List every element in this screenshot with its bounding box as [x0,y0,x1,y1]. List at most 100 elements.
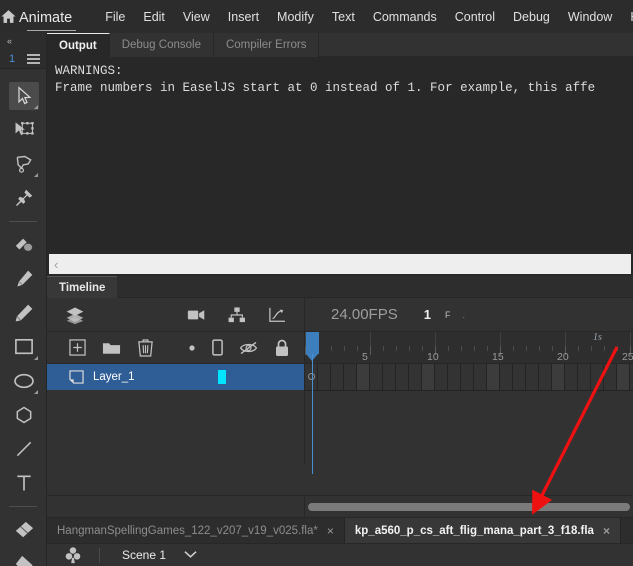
menu-edit[interactable]: Edit [134,6,174,28]
eraser-tool[interactable] [0,513,47,547]
close-icon[interactable]: × [603,525,610,537]
tab-output[interactable]: Output [47,33,110,57]
graph-editor-icon[interactable] [268,307,286,323]
layers-stack-icon[interactable] [47,305,103,325]
frame-cell[interactable] [448,364,461,390]
dot-icon[interactable] [188,344,196,352]
layer-1-frame-strip[interactable] [305,364,633,390]
menu-debug[interactable]: Debug [504,6,559,28]
ruler-frame-number: 20 [557,351,569,363]
frame-cell[interactable] [318,364,331,390]
frame-cell[interactable] [578,364,591,390]
rectangle-tool[interactable] [0,330,47,364]
frame-cell[interactable] [331,364,344,390]
camera-icon[interactable] [187,308,206,322]
home-icon[interactable] [0,0,17,33]
timeline-tab-filler [117,276,633,298]
layer-name-column: Layer_1 [47,364,305,465]
frame-cell[interactable] [357,364,370,390]
frame-cell[interactable] [461,364,474,390]
ruler-tick [578,346,579,351]
parenting-view-icon[interactable] [228,306,246,323]
tab-debug-console[interactable]: Debug Console [109,33,214,57]
fluid-brush-tool[interactable] [0,262,47,296]
oval-tool[interactable] [0,364,47,398]
frame-cell[interactable] [396,364,409,390]
menu-control[interactable]: Control [446,6,504,28]
selection-tool[interactable] [0,79,47,113]
menu-modify[interactable]: Modify [268,6,323,28]
lock-icon[interactable] [274,339,290,357]
toolbar-collapse-button[interactable]: « [0,33,46,49]
ruler-tick [461,346,462,351]
frame-cell[interactable] [344,364,357,390]
frame-cell[interactable] [552,364,565,390]
paint-bucket-tool[interactable] [0,547,47,566]
menu-text[interactable]: Text [323,6,364,28]
timeline-horizontal-scrollbar[interactable] [47,495,633,518]
delete-layer-icon[interactable] [137,338,154,357]
frame-cell[interactable] [422,364,435,390]
output-text-area[interactable]: WARNINGS: Frame numbers in EaselJS start… [47,57,633,252]
frame-cell[interactable] [565,364,578,390]
document-tab-hangman[interactable]: HangmanSpellingGames_122_v207_v19_v025.f… [47,518,345,543]
free-transform-tool[interactable] [0,113,47,147]
frame-cell[interactable] [383,364,396,390]
brush-tool[interactable] [0,228,47,262]
current-frame-value[interactable]: 1 [424,307,431,322]
frame-cell[interactable] [487,364,500,390]
frame-cell[interactable] [526,364,539,390]
frame-cell[interactable] [370,364,383,390]
ruler-frame-number: 10 [427,351,439,363]
frame-cell[interactable] [474,364,487,390]
outline-icon[interactable] [212,339,223,356]
timeline-frames-area[interactable] [305,364,633,465]
tab-compiler-errors[interactable]: Compiler Errors [213,33,320,57]
menu-view[interactable]: View [174,6,219,28]
output-line-warnings: WARNINGS: [55,64,123,78]
menu-window[interactable]: Window [559,6,621,28]
document-tab-kp-a560[interactable]: kp_a560_p_cs_aft_flig_mana_part_3_f18.fl… [344,518,621,543]
timeline-header-icons [187,306,304,323]
close-icon[interactable]: × [327,525,334,537]
hamburger-icon[interactable] [27,53,40,64]
menu-help[interactable]: Help [621,6,633,28]
frame-cell[interactable] [500,364,513,390]
layer-name-text: Layer_1 [93,371,135,383]
fps-value[interactable]: 24.00 [331,306,369,323]
menu-file[interactable]: File [96,6,134,28]
add-layer-icon[interactable] [69,339,86,356]
timeline-ruler[interactable]: 1s 5 10 15 20 25 [305,332,633,364]
lasso-tool[interactable] [0,147,47,181]
toolbar-group-tab-1[interactable]: 1 [9,53,15,65]
scrollbar-thumb[interactable] [308,502,630,511]
menu-insert[interactable]: Insert [219,6,268,28]
output-horizontal-scrollbar[interactable]: ‹ [49,254,631,274]
bone-tool[interactable] [0,181,47,215]
frame-cell[interactable] [409,364,422,390]
ruler-tick [396,346,397,351]
text-tool[interactable] [0,466,47,500]
frame-cell[interactable] [435,364,448,390]
frame-cell[interactable] [539,364,552,390]
chevron-down-icon[interactable] [184,546,197,564]
empty-keyframe[interactable] [308,373,315,380]
chevron-left-icon[interactable]: ‹ [49,258,58,271]
frame-cell[interactable] [513,364,526,390]
frame-cell[interactable] [591,364,604,390]
free-transform-icon [9,116,39,144]
scene-bar: Scene 1 [47,543,633,566]
frame-cell[interactable] [617,364,630,390]
layer-row-layer-1[interactable]: Layer_1 [47,364,304,390]
scene-name-label[interactable]: Scene 1 [100,548,166,562]
line-tool[interactable] [0,432,47,466]
frame-cell[interactable] [604,364,617,390]
menu-commands[interactable]: Commands [364,6,446,28]
pencil-tool[interactable] [0,296,47,330]
tab-timeline[interactable]: Timeline [47,276,118,298]
scene-clover-icon[interactable] [47,546,99,564]
polystar-tool[interactable] [0,398,47,432]
eye-off-icon[interactable] [239,341,258,355]
ruler-tick [305,346,306,355]
new-folder-icon[interactable] [102,340,121,356]
